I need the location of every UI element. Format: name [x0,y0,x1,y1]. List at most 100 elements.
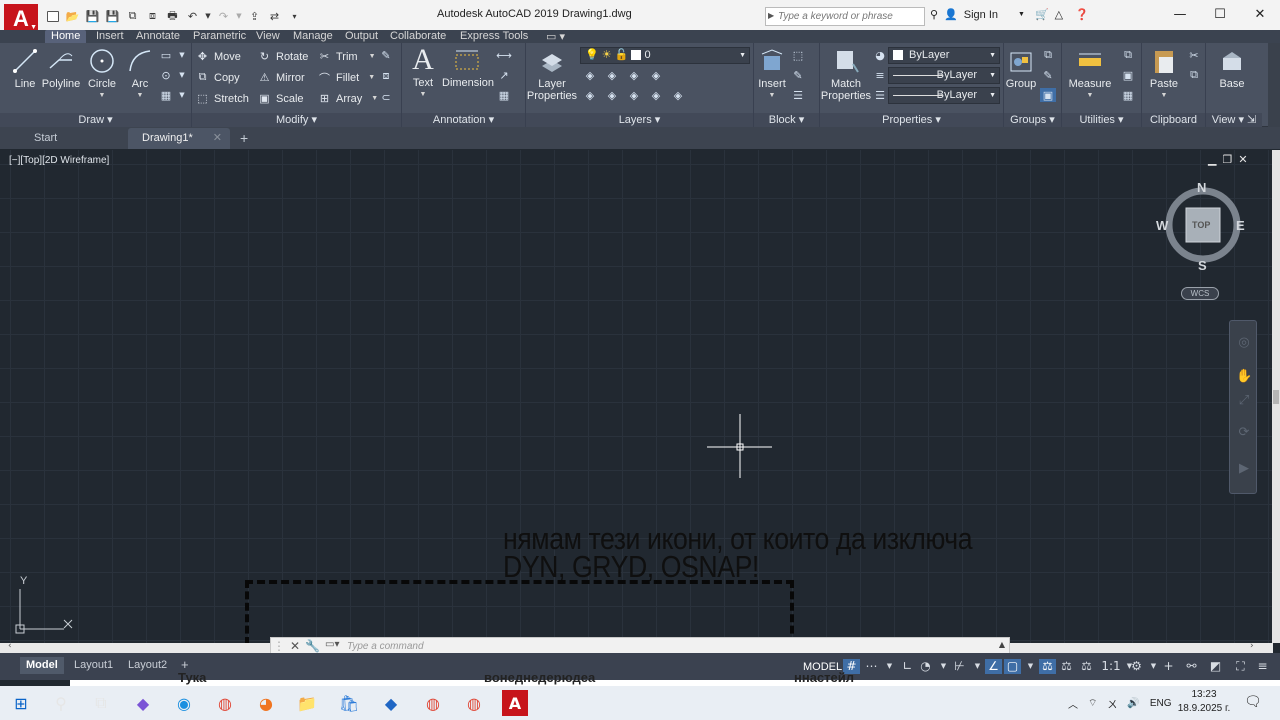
save-as-icon[interactable]: 💾 [104,9,121,24]
modify-panel-title[interactable]: Modify ▾ [192,113,401,127]
calculator-icon[interactable]: ▦ [1120,88,1136,102]
tab-layout2[interactable]: Layout2 [122,657,173,674]
linetype-dropdown[interactable]: ByLayer ▼ [888,67,1000,84]
vertical-scrollbar[interactable] [1272,150,1280,643]
cut-icon[interactable]: ✂ [1186,48,1202,62]
layer-properties-button[interactable]: Layer Properties [526,47,578,102]
rectangle-icon[interactable]: ▭ [158,48,174,62]
dimension-button[interactable]: Dimension [442,46,494,89]
mirror-button[interactable]: ⚠ Mirror [258,69,305,86]
compass-south[interactable]: S [1198,258,1207,273]
create-block-icon[interactable]: ⬚ [790,48,806,62]
layer-tool-8-icon[interactable]: ◈ [648,88,664,102]
erase-icon[interactable]: ✎ [378,48,394,62]
tab-collaborate[interactable]: Collaborate [384,30,452,43]
open-icon[interactable]: 📂 [64,9,81,24]
clock[interactable]: 13:23 18.9.2025 г. [1175,688,1233,716]
tray-overflow-icon[interactable]: ︿ [1068,696,1078,711]
share-icon[interactable]: ⇪ [246,9,263,24]
compass-north[interactable]: N [1197,180,1206,195]
tab-drawing1[interactable]: Drawing1* ✕ [128,128,230,149]
line-button[interactable]: Line [8,47,42,90]
layer-tool-4-icon[interactable]: ◈ [648,68,664,82]
help-icon[interactable]: ❓ [1075,8,1089,21]
steering-wheel-icon[interactable]: ◎ [1236,335,1252,351]
viewport-restore-icon[interactable]: ❐ [1222,153,1232,166]
workspace-gear-icon[interactable]: ⚙ [1128,659,1145,674]
scale-button[interactable]: ▣ Scale [258,90,303,107]
tab-output[interactable]: Output [339,30,384,43]
layers-panel-title[interactable]: Layers ▾ [526,113,753,127]
command-history-icon[interactable]: ▲ [999,640,1005,649]
chrome-profile-2-icon[interactable]: ◍ [461,690,487,716]
arc-button[interactable]: Arc ▼ [122,47,158,102]
rotate-button[interactable]: ↻ Rotate [258,48,309,65]
hatch-dropdown-icon[interactable]: ▼ [174,88,190,102]
polyline-button[interactable]: Polyline [40,47,82,90]
color-dropdown[interactable]: ByLayer ▼ [888,47,1000,64]
command-prompt-icon[interactable]: ▭▾ [325,639,339,653]
layer-dropdown[interactable]: 💡 ☀ 🔓 0 ▼ [580,47,750,64]
undo-icon[interactable]: ↶ [184,9,201,24]
isodraft-dropdown-icon[interactable]: ▼ [969,659,986,674]
redo-icon[interactable]: ↷ [215,9,232,24]
new-icon[interactable] [44,9,61,24]
maximize-button[interactable]: ☐ [1200,0,1240,30]
plot-icon[interactable]: 🖶 [164,9,181,24]
edit-block-icon[interactable]: ✎ [790,68,806,82]
block-attributes-icon[interactable]: ☰ [790,88,806,102]
search-icon[interactable]: ⚲ [48,690,74,716]
command-customize-icon[interactable]: 🔧 [305,639,320,653]
search-expand-icon[interactable]: ▶ [768,11,774,20]
hatch-icon[interactable]: ▦ [158,88,174,102]
offset-icon[interactable]: ⊂ [378,90,394,104]
sign-in-dropdown-icon[interactable]: ▼ [1018,11,1025,18]
table-icon[interactable]: ▦ [496,88,512,102]
autocad-taskbar-icon[interactable]: A [502,690,528,716]
ime-icon[interactable]: ㄨ [1107,696,1117,711]
tab-annotate[interactable]: Annotate [130,30,186,43]
volume-icon[interactable]: 🔊 [1127,698,1139,709]
task-view-icon[interactable]: ⧉ [88,690,114,716]
showmotion-icon[interactable]: ▶ [1236,461,1252,477]
wcs-menu[interactable]: WCS [1181,287,1219,300]
stretch-button[interactable]: ⬚ Stretch [196,90,249,107]
undo-dropdown-icon[interactable]: ▼ [204,9,212,24]
compass-east[interactable]: E [1236,218,1245,233]
array-button[interactable]: ⊞ Array ▼ [318,90,378,107]
measure-button[interactable]: Measure ▼ [1068,47,1112,102]
snap-icon[interactable]: ⋯ [863,659,880,674]
orbit-icon[interactable]: ⟳ [1236,425,1252,441]
linear-dim-icon[interactable]: ⟷ [496,48,512,62]
app-blue-icon[interactable]: ◆ [378,690,404,716]
object-snap-tracking-icon[interactable]: ∠ [985,659,1002,674]
firefox-icon[interactable]: ◕ [253,690,279,716]
scale-button[interactable]: 1:1 [1099,659,1123,674]
ellipse-icon[interactable]: ⊙ [158,68,174,82]
group-selection-icon[interactable]: ▣ [1040,88,1056,102]
chrome-profile-icon[interactable]: ◍ [420,690,446,716]
viewport-close-icon[interactable]: ✕ [1238,153,1247,166]
chrome-icon[interactable]: ◍ [212,690,238,716]
edge-icon[interactable]: ◉ [171,690,197,716]
redo-dropdown-icon[interactable]: ▼ [235,9,243,24]
windows-start-icon[interactable]: ⊞ [8,690,34,716]
annotation-visibility-icon[interactable]: ⚖ [1039,659,1056,674]
copy-clip-icon[interactable]: ⧉ [1186,68,1202,82]
match-properties-button[interactable]: Match Properties [820,47,872,102]
tab-layout1[interactable]: Layout1 [68,657,119,674]
layer-tool-1-icon[interactable]: ◈ [582,68,598,82]
object-snap-dropdown-icon[interactable]: ▼ [1022,659,1039,674]
layer-tool-5-icon[interactable]: ◈ [582,88,598,102]
save-web-icon[interactable]: ⧈ [144,9,161,24]
binoculars-icon[interactable]: ⚲ [930,8,938,21]
rectangle-dropdown-icon[interactable]: ▼ [174,48,190,62]
base-button[interactable]: Base [1214,47,1250,90]
units-icon[interactable]: ⚯ [1183,659,1200,674]
compass-west[interactable]: W [1156,218,1168,233]
command-close-icon[interactable]: ✕ [290,639,300,653]
autodesk-exchange-icon[interactable]: △ [1055,8,1063,21]
layer-tool-6-icon[interactable]: ◈ [604,88,620,102]
group-edit-icon[interactable]: ✎ [1040,68,1056,82]
groups-panel-title[interactable]: Groups ▾ [1004,113,1061,127]
